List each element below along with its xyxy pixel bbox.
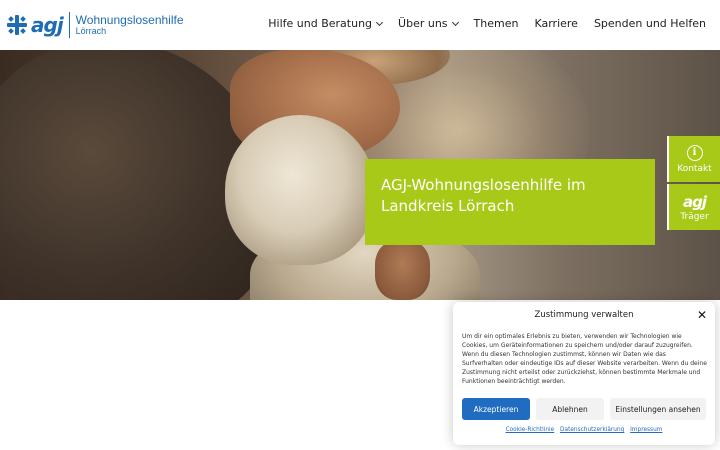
deny-button[interactable]: Ablehnen [536,398,604,420]
main-nav: Hilfe und Beratung Über uns Themen Karri… [252,17,706,30]
side-tab-label: Träger [680,211,709,222]
chevron-down-icon [451,18,459,26]
nav-item-spenden-und-helfen[interactable]: Spenden und Helfen [594,17,706,30]
nav-item-ueber-uns[interactable]: Über uns [398,17,459,30]
nav-item-label: Über uns [398,17,448,30]
nav-item-label: Karriere [534,17,578,30]
privacy-policy-link[interactable]: Datenschutzerklärung [560,427,624,433]
view-preferences-button[interactable]: Einstellungen ansehen [610,398,706,420]
logo-title: Wohnungslosenhilfe [75,12,184,27]
nav-item-label: Spenden und Helfen [593,17,706,30]
site-logo[interactable]: agj Wohnungslosenhilfe Lörrach [6,10,184,40]
side-tab-label: Kontakt [677,163,712,174]
side-tab-traeger[interactable]: agj Träger [667,184,720,230]
nav-item-hilfe-und-beratung[interactable]: Hilfe und Beratung [268,17,384,30]
hero-title-box: AGJ-Wohnungslosenhilfe im Landkreis Lörr… [365,159,655,245]
hero-photo-hand [375,240,430,300]
site-header: agj Wohnungslosenhilfe Lörrach Hilfe und… [0,0,720,50]
logo-mark: agj [31,13,64,37]
consent-title: Zustimmung verwalten [534,310,634,320]
info-icon: i [686,144,703,161]
cookie-consent-dialog: Zustimmung verwalten ✕ Um dir ein optima… [453,302,715,445]
hero-banner: AGJ-Wohnungslosenhilfe im Landkreis Lörr… [0,50,720,300]
logo-subtitle: Lörrach [75,25,107,36]
imprint-link[interactable]: Impressum [630,427,662,433]
cookie-policy-link[interactable]: Cookie-Richtlinie [506,427,555,433]
nav-item-label: Hilfe und Beratung [268,17,373,30]
accept-button[interactable]: Akzeptieren [462,398,530,420]
caritas-cross-icon [7,15,27,35]
hero-title: AGJ-Wohnungslosenhilfe im Landkreis Lörr… [381,176,586,215]
close-icon[interactable]: ✕ [697,308,707,322]
side-tab-kontakt[interactable]: i Kontakt [667,136,720,182]
hero-photo-dog [225,115,375,265]
consent-text: Um dir ein optimales Erlebnis zu bieten,… [462,333,707,385]
nav-item-label: Themen [473,17,519,30]
logo-divider [68,12,70,38]
agj-logo-icon: agj [682,192,707,211]
logo-text: Wohnungslosenhilfe Lörrach [76,14,184,36]
consent-links: Cookie-Richtlinie Datenschutzerklärung I… [453,427,715,433]
nav-item-karriere[interactable]: Karriere [534,17,577,30]
consent-buttons: Akzeptieren Ablehnen Einstellungen anseh… [462,398,706,420]
nav-item-themen[interactable]: Themen [474,17,519,30]
chevron-down-icon [375,18,384,26]
